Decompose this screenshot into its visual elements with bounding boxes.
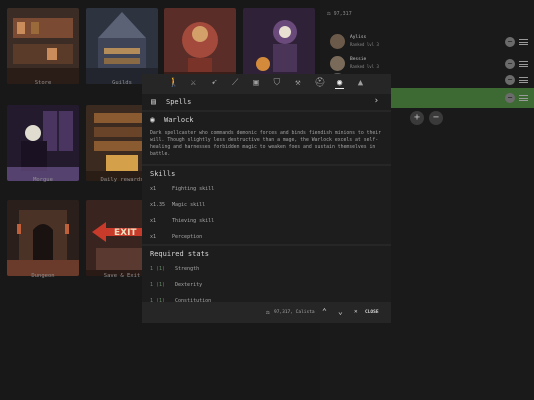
chevron-up-icon[interactable]: ⌃ [322, 307, 327, 316]
wizard-hat-icon[interactable]: ▲ [356, 78, 365, 89]
helmet-icon[interactable]: ⛑ [314, 78, 325, 89]
stat-row: 1 (1) Dexterity [150, 282, 203, 288]
walker-icon[interactable]: 🚶 [168, 78, 179, 89]
reorder-handle-icon[interactable] [519, 39, 528, 45]
remove-member-button[interactable]: − [505, 93, 515, 103]
remove-member-button[interactable]: − [505, 75, 515, 85]
skill-row: x1 Thieving skill [150, 218, 215, 224]
dungeon-label: Dungeon [31, 273, 55, 279]
gold-display: ⚖ 97,317 [327, 10, 352, 17]
shield-icon[interactable]: ⛉ [272, 78, 281, 89]
spells-label: Spells [166, 98, 192, 106]
remove-member-button[interactable]: − [505, 37, 515, 47]
chevron-down-icon[interactable]: ⌄ [338, 307, 343, 316]
dialog-footer: ⚖ 97,317, Calista ⌃ ⌄ ✕ CLOSE [142, 302, 391, 323]
party-member-row[interactable]: Ayliss Ranked lvl 3 − [322, 31, 534, 53]
arena-tile[interactable] [164, 8, 236, 84]
skills-title: Skills [150, 170, 176, 178]
stat-row: 1 (1) Strength [150, 266, 200, 272]
guilds-tile[interactable] [86, 8, 158, 84]
avatar [330, 34, 345, 49]
skills-section: Skills x1 Fighting skill x1.35 Magic ski… [142, 166, 391, 244]
morgue-label: Morgue [33, 177, 53, 183]
chest-icon[interactable]: ▣ [252, 78, 261, 89]
skill-row: x1 Perception [150, 234, 203, 240]
bow-icon[interactable]: ➹ [210, 78, 219, 89]
scales-icon: ⚖ [266, 309, 270, 316]
class-details-dialog: 🚶 ⚔ ➹ ⟋ ▣ ⛉ ⚒ ⛑ ◉ ▲ ▤ Spells › ◉ Warlock… [142, 74, 391, 323]
axe-icon[interactable]: ⚒ [293, 78, 302, 89]
store-tile[interactable] [7, 8, 79, 84]
reorder-handle-icon[interactable] [519, 77, 528, 83]
close-icon[interactable]: ✕ [354, 308, 358, 315]
footer-money-text: 97,317, Calista [274, 310, 315, 315]
reorder-handle-icon[interactable] [519, 61, 528, 67]
class-name: Warlock [164, 116, 194, 124]
reorder-handle-icon[interactable] [519, 95, 528, 101]
eye-icon: ◉ [150, 115, 155, 124]
add-member-button[interactable]: + [410, 111, 424, 125]
svg-text:EXIT: EXIT [114, 228, 137, 238]
skill-row: x1.35 Magic skill [150, 202, 206, 208]
dungeon-tile[interactable] [7, 200, 79, 276]
reaper-tile[interactable] [243, 8, 315, 84]
required-stats-section: Required stats 1 (1) Strength 1 (1) Dext… [142, 246, 391, 304]
member-rank: Ranked lvl 3 [350, 42, 379, 47]
remove-slot-button[interactable]: − [429, 111, 443, 125]
class-description: Dark spellcaster who commands demonic fo… [150, 131, 382, 157]
required-stats-title: Required stats [150, 250, 210, 258]
chevron-right-icon: › [373, 96, 379, 106]
member-name: Ayliss [350, 35, 367, 40]
scales-icon: ⚖ [327, 10, 331, 17]
class-description-section: ◉ Warlock Dark spellcaster who commands … [142, 112, 391, 164]
eye-icon[interactable]: ◉ [335, 78, 345, 89]
remove-member-button[interactable]: − [505, 59, 515, 69]
spells-row[interactable]: ▤ Spells › [142, 94, 391, 110]
class-tabs: 🚶 ⚔ ➹ ⟋ ▣ ⛉ ⚒ ⛑ ◉ ▲ [142, 74, 391, 93]
spellbook-icon: ▤ [151, 97, 156, 106]
gold-amount: 97,317 [333, 11, 352, 17]
store-label: Store [34, 80, 52, 86]
member-name: Bessie [350, 57, 367, 62]
morgue-tile[interactable] [7, 105, 79, 181]
crossed-swords-icon[interactable]: ⚔ [189, 78, 198, 89]
staff-icon[interactable]: ⟋ [231, 78, 240, 89]
close-button[interactable]: CLOSE [365, 310, 379, 315]
skill-row: x1 Fighting skill [150, 186, 215, 192]
